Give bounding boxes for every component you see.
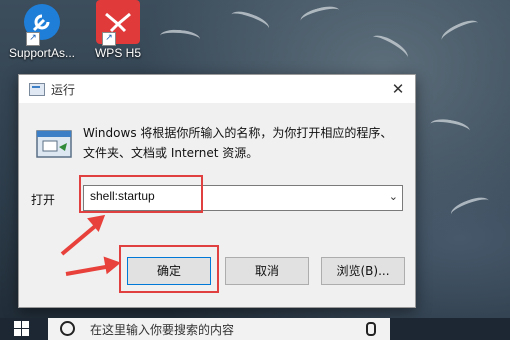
open-label: 打开 [31, 193, 56, 207]
description-line: Windows 将根据你所输入的名称，为你打开相应的程序、 [83, 126, 393, 140]
dialog-description: Windows 将根据你所输入的名称，为你打开相应的程序、 文件夹、文档或 In… [83, 123, 403, 163]
microphone-icon[interactable] [366, 322, 376, 336]
bird-silhouette [438, 16, 482, 47]
desktop-icon-label: SupportAs... [8, 46, 76, 60]
windows-logo-icon [14, 321, 21, 328]
wps-h5-icon: ↗ [96, 0, 140, 46]
browse-button[interactable]: 浏览(B)... [321, 257, 405, 285]
supportassist-icon: ↗ [20, 0, 64, 46]
bird-silhouette [448, 193, 492, 222]
windows-logo-icon [22, 321, 29, 328]
ok-button[interactable]: 确定 [127, 257, 211, 285]
arrow-head [103, 253, 123, 275]
dialog-title: 运行 [51, 83, 76, 97]
taskbar: 在这里输入你要搜索的内容 [0, 318, 510, 340]
bird-silhouette [368, 31, 412, 64]
close-button[interactable]: ✕ [387, 78, 409, 100]
run-app-icon [29, 83, 45, 96]
run-program-icon [35, 125, 75, 161]
start-button[interactable] [14, 321, 30, 337]
bird-silhouette [228, 7, 272, 36]
description-line: 文件夹、文档或 Internet 资源。 [83, 146, 259, 160]
bird-silhouette [429, 116, 471, 139]
dialog-titlebar[interactable]: 运行 ✕ [19, 75, 415, 103]
chevron-down-icon[interactable]: ⌄ [389, 190, 398, 203]
shortcut-arrow-icon: ↗ [26, 32, 40, 46]
bird-silhouette [159, 28, 201, 47]
windows-logo-icon [14, 329, 21, 336]
search-icon [60, 321, 75, 336]
command-combobox[interactable]: shell:startup ⌄ [83, 185, 403, 211]
desktop-icon-supportassist[interactable]: ↗ SupportAs... [2, 0, 82, 60]
command-input[interactable]: shell:startup [90, 189, 155, 203]
bird-silhouette [298, 3, 342, 28]
cancel-button[interactable]: 取消 [225, 257, 309, 285]
desktop-icon-label: WPS H5 [94, 46, 141, 60]
taskbar-search-box[interactable]: 在这里输入你要搜索的内容 [48, 318, 390, 340]
shortcut-arrow-icon: ↗ [102, 32, 116, 46]
desktop-icon-wps-h5[interactable]: ↗ WPS H5 [78, 0, 158, 60]
windows-logo-icon [22, 329, 29, 336]
search-placeholder: 在这里输入你要搜索的内容 [90, 323, 235, 337]
